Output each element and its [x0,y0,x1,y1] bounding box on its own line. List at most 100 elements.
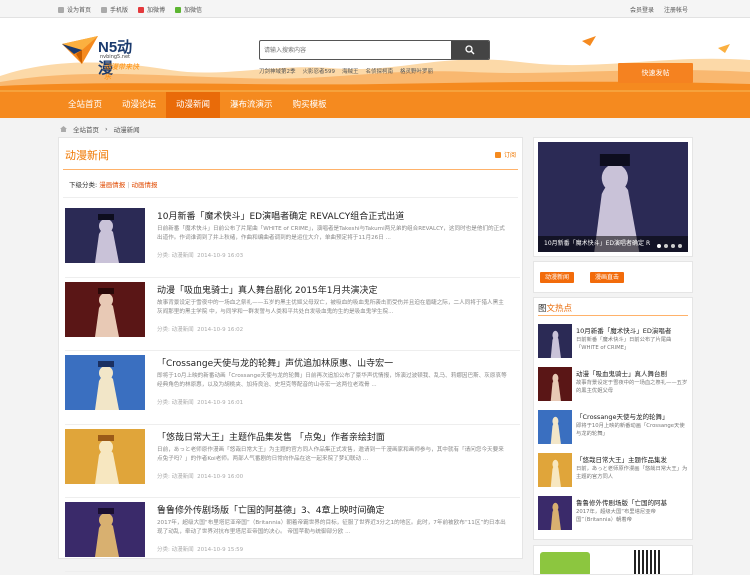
slider-dot[interactable] [664,244,668,248]
article-category: 分类: 动漫新闻 [157,400,194,406]
breadcrumb: 全站首页 › 动漫新闻 [60,124,140,134]
article-item: 动漫「吸血鬼骑士」真人舞台剧化 2015年1月共演决定故事背景设定于雪夜中的一场… [65,278,520,351]
article-date: 2014-10-9 15:59 [197,547,244,553]
divider [63,169,518,170]
home-icon [58,6,64,13]
hot-item-thumbnail[interactable] [538,367,572,401]
hot-item-summary: 日前，あっと老师原作漫画「悠哉日常大王」为主题的官方同人 [576,466,688,480]
article-meta: 分类: 动漫新闻 2014-10-9 15:59 [157,545,243,553]
ad-image [540,552,590,574]
hot-item-thumbnail[interactable] [538,324,572,358]
hotword-link[interactable]: 刀剑神域第2季 [259,67,296,75]
article-category: 分类: 动漫新闻 [157,547,194,553]
hot-item-summary: 即将于10月上映的新番动画「Crossange天使与龙的轮舞」 [576,423,685,437]
subcategory-comic[interactable]: 漫画情报 [99,181,125,189]
search-input[interactable] [264,43,444,57]
hot-item[interactable]: 「Crossange天使与龙的轮舞」即将于10月上映的新番动画「Crossang… [538,410,690,448]
article-date: 2014-10-9 16:02 [197,326,244,333]
search-button[interactable] [451,41,489,59]
tag-anime-news[interactable]: 动漫新闻 [540,272,575,283]
hot-search-words: 刀剑神域第2季 火影忍者599 海贼王 名侦探柯南 格灵野叶罗丽 [259,67,433,75]
set-homepage-link[interactable]: 设为首页 [58,5,91,14]
slider-dot[interactable] [678,244,682,248]
login-link[interactable]: 会员登录 [630,5,654,14]
weibo-icon [138,6,145,13]
register-link[interactable]: 注册帐号 [664,5,688,14]
article-summary: 日前新番「魔术快斗」日前公布了片尾曲「WHITE of CRIME」，演唱者是T… [157,226,505,241]
article-thumbnail[interactable] [65,355,145,410]
hot-item[interactable]: 鲁鲁修外传剧场版「亡国的阿基 2017年，超级大国“布里塔尼亚帝国”（Britan… [538,496,690,534]
breadcrumb-home[interactable]: 全站首页 [73,124,99,134]
subcategory-anime[interactable]: 动画情报 [131,181,157,189]
top-bar: 设为首页 手机版 加微博 加微信 会员登录 注册帐号 [0,0,750,18]
slider-dot[interactable] [657,244,661,248]
article-title[interactable]: 动漫「吸血鬼骑士」真人舞台剧化 2015年1月共演决定 [157,283,378,296]
article-title[interactable]: 「悠哉日常大王」主题作品集发售 「点兔」作者亲绘封面 [157,430,385,443]
home-icon[interactable] [60,126,67,132]
article-summary: 日前，あっと老师原作漫画「悠哉日常大王」为主题的官方同人作品集正式发售，邀请到一… [157,446,504,462]
hotword-link[interactable]: 名侦探柯南 [366,67,394,75]
hot-item[interactable]: 动漫「吸血鬼骑士」真人舞台剧 故事背景设定于雪夜中的一场血之祭礼——五岁的黑主优姬… [538,367,690,405]
logo-url: nvbing5.net [100,54,131,60]
hot-item-thumbnail[interactable] [538,496,572,530]
article-meta: 分类: 动漫新闻 2014-10-9 16:01 [157,398,243,406]
hotword-link[interactable]: 海贼王 [342,67,359,75]
weibo-link[interactable]: 加微博 [138,5,165,14]
slider-dot[interactable] [671,244,675,248]
nav-news[interactable]: 动漫新闻 [166,92,221,118]
hotword-link[interactable]: 格灵野叶罗丽 [400,67,433,75]
nav-buy-template[interactable]: 购买模板 [283,92,337,118]
article-summary: 故事背景设定于雪夜中的一场血之祭礼——五岁的黑主优姬父母双亡，被吸血的吸血鬼所袭… [157,299,504,315]
hot-item-title[interactable]: 10月新番「魔术快斗」ED演唱者 [576,325,688,335]
article-item: 「Crossange天使与龙的轮舞」声优追加林原惠、山寺宏一即将于10月上映的新… [65,351,520,425]
hot-item-thumbnail[interactable] [538,410,572,444]
article-thumbnail[interactable] [65,208,145,263]
article-thumbnail[interactable] [65,281,145,337]
nav-waterfall[interactable]: 瀑布流演示 [220,92,283,118]
article-meta: 分类: 动漫新闻 2014-10-9 16:02 [157,325,243,333]
hot-item[interactable]: 「悠哉日常大王」主题作品集发日前，あっと老师原作漫画「悠哉日常大王」为主题的官方… [538,453,690,491]
hot-panel-title: 图文热点 [538,304,573,314]
breadcrumb-separator: › [105,125,108,133]
article-date: 2014-10-9 16:00 [197,473,244,480]
article-summary: 即将于10月上映的新番动画「Crossange天使与龙的轮舞」日前再次追加公布了… [157,373,507,388]
nav-home[interactable]: 全站首页 [58,92,112,118]
hot-item-title[interactable]: 「悠哉日常大王」主题作品集发 [576,454,688,464]
site-logo[interactable]: N5动漫 nvbing5.net 动漫带来快乐 [60,32,140,81]
hot-item-title[interactable]: 「Crossange天使与龙的轮舞」 [576,411,688,421]
paper-plane-decoration-icon [582,36,596,46]
divider [538,315,688,316]
wechat-icon [175,6,182,13]
hot-item[interactable]: 10月新番「魔术快斗」ED演唱者 日前新番「魔术快斗」日前公布了片尾曲「WHITE… [538,324,690,362]
article-date: 2014-10-9 16:01 [197,400,244,406]
article-item: 鲁鲁修外传剧场版「亡国的阿基德」3、4章上映时间确定 2017年，超级大国“布里塔… [65,498,520,572]
news-list-panel: 动漫新闻 订阅 下级分类: 漫画情报 | 动画情报 10月新番「魔术快斗」ED演唱者… [58,137,523,572]
mobile-icon [101,6,108,13]
rss-subscribe-link[interactable]: 订阅 [494,150,516,159]
article-date: 2014-10-9 16:03 [197,253,244,259]
breadcrumb-current[interactable]: 动漫新闻 [114,124,140,134]
image-slider[interactable]: 10月新番「魔术快斗」ED演唱者确定 R [533,137,693,257]
hot-item-thumbnail[interactable] [538,453,572,487]
paper-plane-decoration-icon [718,44,730,53]
ad-banner[interactable] [533,545,693,575]
top-links: 设为首页 手机版 加微博 加微信 [58,5,202,14]
rss-icon [494,151,501,158]
article-thumbnail[interactable] [65,428,145,484]
quick-post-button[interactable]: 快速发帖 [618,63,693,83]
site-header: N5动漫 nvbing5.net 动漫带来快乐 刀剑神域第2季 火影忍者599 … [0,18,750,90]
hot-item-summary: 2017年，超级大国“布里塔尼亚帝国”（Britannia）朝着帝 [576,509,656,523]
separator: | [127,181,130,189]
hotword-link[interactable]: 火影忍者599 [303,67,336,75]
hot-item-title[interactable]: 鲁鲁修外传剧场版「亡国的阿基 [576,497,688,507]
hot-item-title[interactable]: 动漫「吸血鬼骑士」真人舞台剧 [576,368,688,378]
mobile-link[interactable]: 手机版 [101,5,128,14]
article-title[interactable]: 「Crossange天使与龙的轮舞」声优追加林原惠、山寺宏一 [157,356,393,369]
article-thumbnail[interactable] [65,502,145,557]
nav-forum[interactable]: 动漫论坛 [112,92,166,118]
tag-comic[interactable]: 漫画直击 [590,272,625,283]
article-item: 「悠哉日常大王」主题作品集发售 「点兔」作者亲绘封面日前，あっと老师原作漫画「悠… [65,425,520,498]
wechat-link[interactable]: 加微信 [175,5,202,14]
article-title[interactable]: 10月新番「魔术快斗」ED演唱者确定 REVALCY组合正式出道 [157,209,404,222]
article-title[interactable]: 鲁鲁修外传剧场版「亡国的阿基德」3、4章上映时间确定 [157,503,384,516]
